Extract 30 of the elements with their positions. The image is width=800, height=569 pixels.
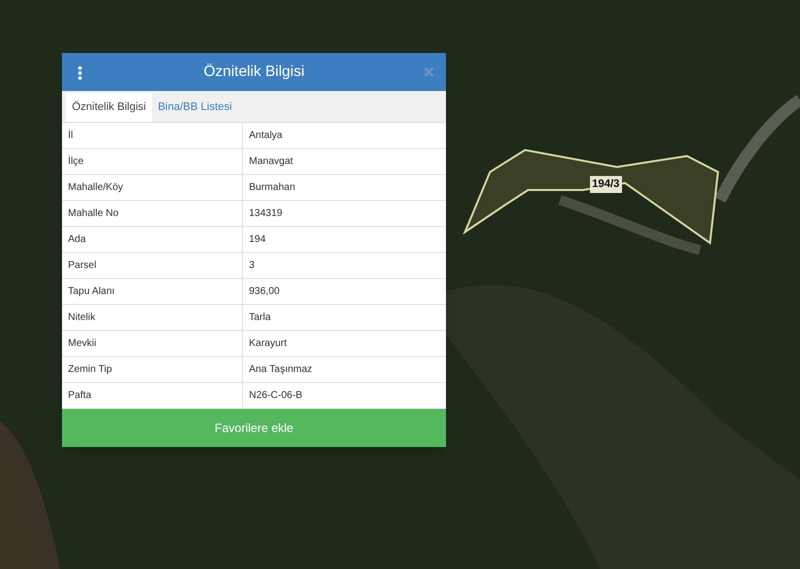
- attribute-label: Ada: [62, 227, 243, 252]
- attribute-value: Karayurt: [248, 337, 287, 351]
- attribute-label: Pafta: [62, 383, 243, 408]
- add-favorites-button[interactable]: Favorilere ekle: [62, 409, 446, 447]
- attribute-value: 936,00: [248, 285, 280, 299]
- attribute-label: Mevkii: [62, 331, 243, 356]
- attribute-value: Tarla: [248, 311, 271, 325]
- attribute-label: İlçe: [62, 149, 243, 174]
- attribute-label: Parsel: [62, 253, 243, 278]
- more-vertical-icon[interactable]: [78, 66, 82, 80]
- attribute-value: 194: [248, 233, 266, 247]
- attribute-label: Zemin Tip: [62, 357, 243, 382]
- tab[interactable]: Bina/BB Listesi: [152, 93, 238, 122]
- attribute-label: Nitelik: [62, 305, 243, 330]
- parcel-label: 194/3: [590, 176, 622, 192]
- tab[interactable]: Öznitelik Bilgisi: [66, 93, 152, 122]
- attribute-value: Manavgat: [248, 155, 293, 169]
- attribute-value: Burmahan: [248, 181, 296, 195]
- parcel-outline[interactable]: [462, 148, 720, 245]
- attribute-label: İl: [62, 123, 243, 148]
- attribute-value: Antalya: [248, 129, 282, 143]
- attribute-value: N26-C-06-B: [248, 389, 302, 403]
- attribute-label: Tapu Alanı: [62, 279, 243, 304]
- attribute-label: Mahalle/Köy: [62, 175, 243, 200]
- dialog-title: Öznitelik Bilgisi: [204, 62, 304, 82]
- attribute-label: Mahalle No: [62, 201, 243, 226]
- satellite-map[interactable]: [0, 0, 800, 569]
- attribute-value: Ana Taşınmaz: [248, 363, 312, 377]
- attribute-value: 3: [248, 259, 255, 273]
- attribute-value: 134319: [248, 207, 282, 221]
